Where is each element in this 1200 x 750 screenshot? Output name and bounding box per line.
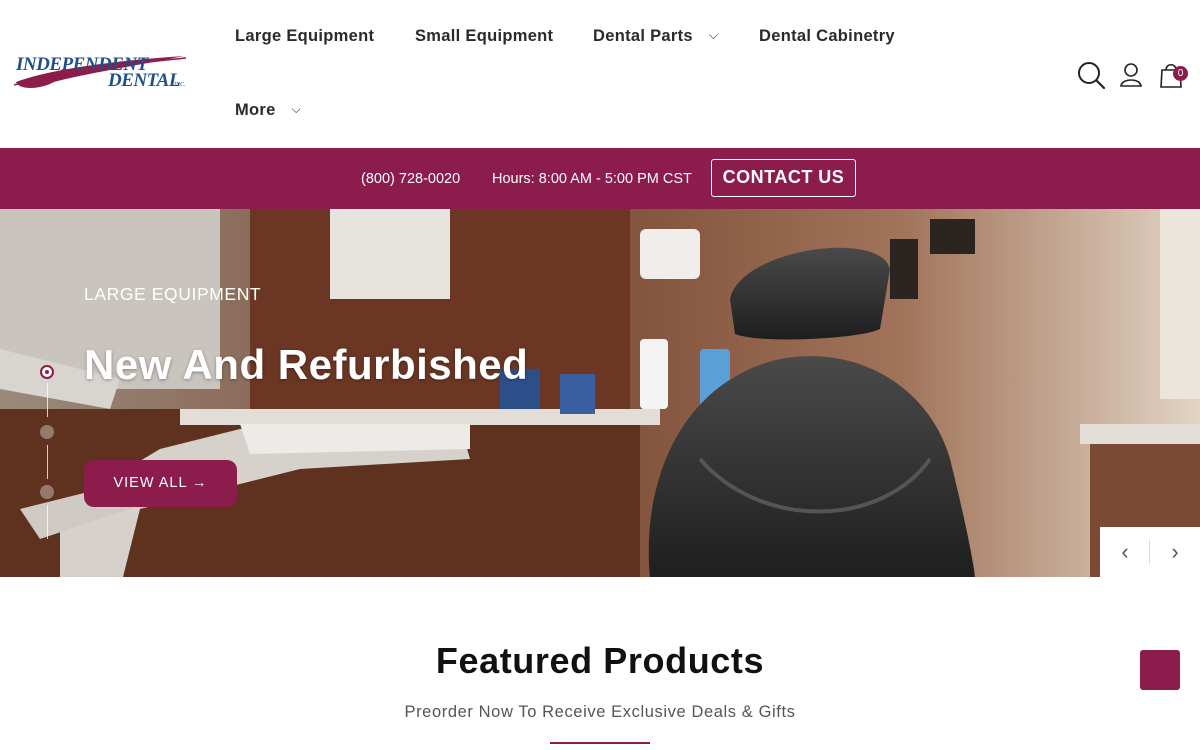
chevron-down-icon: ⌵ <box>291 102 302 116</box>
pagination-connector <box>46 445 48 479</box>
slide-dot-1[interactable] <box>40 365 54 379</box>
chevron-down-icon: ⌵ <box>708 28 719 42</box>
hero-background-image <box>0 209 1200 577</box>
main-nav: Large Equipment Small Equipment Dental P… <box>235 0 935 148</box>
next-slide-button[interactable]: › <box>1150 527 1200 577</box>
nav-label: More <box>235 101 276 119</box>
nav-label: Large Equipment <box>235 27 375 45</box>
hero-eyebrow: LARGE EQUIPMENT <box>84 284 262 304</box>
search-button[interactable] <box>1076 60 1106 90</box>
chevron-left-icon: ‹ <box>1121 539 1129 564</box>
header-actions: 0 <box>1076 60 1188 90</box>
slide-controls: ‹ › <box>1100 527 1200 577</box>
section-subtitle: Preorder Now To Receive Exclusive Deals … <box>404 703 796 721</box>
user-icon <box>1120 63 1142 87</box>
floating-action-button[interactable] <box>1140 650 1180 690</box>
view-all-button[interactable]: VIEW ALL → <box>84 460 237 507</box>
nav-label: Dental Parts <box>593 27 693 45</box>
phone-number[interactable]: (800) 728-0020 <box>361 171 460 187</box>
brand-logo[interactable]: INDEPENDENT DENTAL INC. <box>13 52 189 96</box>
cart-button[interactable]: 0 <box>1156 60 1188 90</box>
hero-slider: LARGE EQUIPMENT New And Refurbished VIEW… <box>0 209 1200 577</box>
announcement-bar: (800) 728-0020 Hours: 8:00 AM - 5:00 PM … <box>0 148 1200 209</box>
prev-slide-button[interactable]: ‹ <box>1100 527 1150 577</box>
cart-count-badge: 0 <box>1173 66 1188 81</box>
site-header: INDEPENDENT DENTAL INC. Large Equipment … <box>0 0 1200 148</box>
pagination-connector <box>46 383 48 417</box>
hero-headline: New And Refurbished <box>84 341 529 388</box>
nav-large-equipment[interactable]: Large Equipment <box>235 27 374 46</box>
nav-dental-cabinetry[interactable]: Dental Cabinetry <box>759 27 895 46</box>
business-hours: Hours: 8:00 AM - 5:00 PM CST <box>492 171 692 187</box>
logo-suffix: INC. <box>174 82 186 88</box>
slide-dot-3[interactable] <box>40 485 54 499</box>
slide-pagination <box>38 361 58 541</box>
logo-text-2: DENTAL <box>108 70 180 91</box>
slide-dot-2[interactable] <box>40 425 54 439</box>
pagination-connector <box>46 505 48 539</box>
nav-dental-parts[interactable]: Dental Parts ⌵ <box>593 27 718 46</box>
chevron-right-icon: › <box>1171 539 1179 564</box>
account-button[interactable] <box>1116 60 1146 90</box>
section-divider <box>550 742 650 744</box>
contact-us-button[interactable]: CONTACT US <box>711 159 856 197</box>
nav-more[interactable]: More ⌵ <box>235 101 301 120</box>
nav-label: Dental Cabinetry <box>759 27 895 45</box>
search-icon <box>1078 62 1106 90</box>
nav-small-equipment[interactable]: Small Equipment <box>415 27 553 46</box>
nav-label: Small Equipment <box>415 27 554 45</box>
section-title: Featured Products <box>435 640 765 681</box>
